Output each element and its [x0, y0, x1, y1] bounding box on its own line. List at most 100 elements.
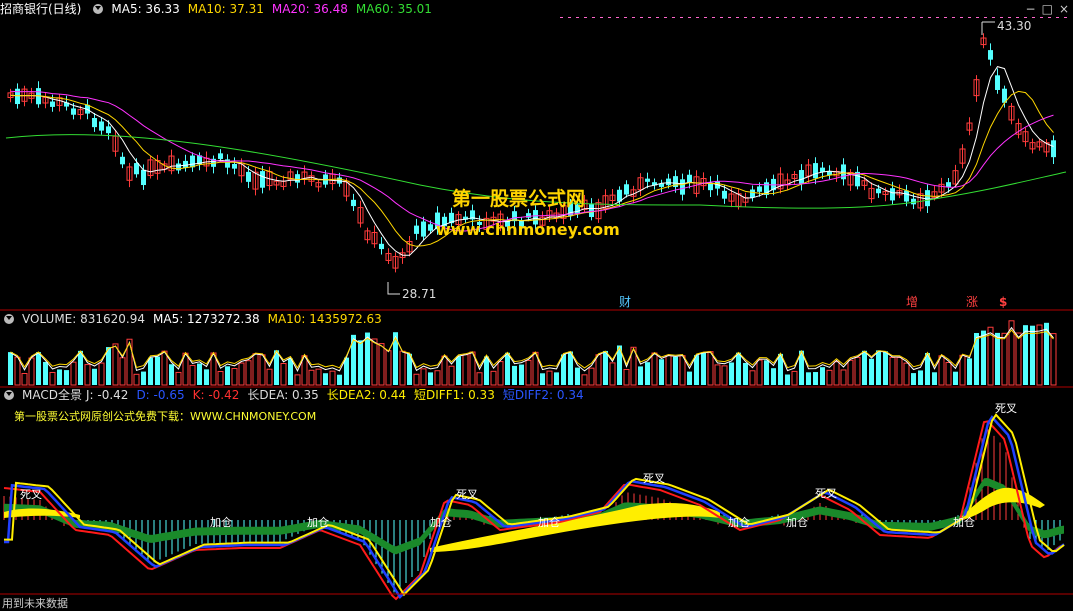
death-cross-label: 死叉 [815, 487, 837, 500]
volume-bar [84, 364, 91, 386]
price-candle [777, 167, 784, 194]
macd-d-value: D: -0.65 [136, 388, 185, 402]
chevron-down-icon[interactable] [4, 314, 14, 324]
macd-dea-value: 长DEA: 0.35 [247, 388, 319, 402]
price-candle [371, 225, 378, 248]
volume-bar [1036, 324, 1043, 386]
watermark-title: 第一股票公式网 [452, 188, 586, 210]
volume-bar [701, 352, 706, 385]
volume-bar [1001, 332, 1008, 386]
low-price-label: 28.71 [402, 287, 437, 301]
volume-bar [329, 370, 336, 386]
volume-bar [434, 370, 441, 386]
ma10-value: MA10: 37.31 [187, 2, 264, 16]
volume-bar [840, 369, 847, 386]
volume-bar [707, 351, 714, 386]
price-candle [238, 158, 245, 183]
volume-bar [945, 362, 952, 386]
volume-bar [609, 362, 616, 386]
price-candle [652, 178, 657, 190]
close-button[interactable]: × [1059, 2, 1069, 16]
price-candle [980, 33, 987, 49]
volume-bar [575, 367, 580, 385]
macd-note: 第一股票公式网原创公式免费下载：WWW.CHNMONEY.COM [14, 410, 317, 423]
volume-bar [911, 373, 916, 385]
price-candle [805, 159, 812, 183]
volume-bar [112, 343, 119, 386]
price-candle [687, 169, 692, 189]
volume-bar [554, 372, 559, 385]
volume-bar [365, 332, 370, 385]
restore-button[interactable]: □ [1042, 2, 1053, 16]
price-candle [273, 176, 280, 190]
volume-bar [231, 368, 238, 386]
price-candle [112, 130, 119, 157]
price-candle [36, 81, 41, 108]
ma20-value: MA20: 36.48 [271, 2, 348, 16]
volume-bar [315, 368, 322, 386]
price-candle [896, 184, 903, 199]
price-candle [106, 120, 111, 140]
volume-bar [833, 361, 840, 386]
volume-bar [497, 361, 504, 386]
volume-bar [344, 357, 349, 385]
volume-bar [420, 368, 427, 386]
price-candle [973, 75, 980, 102]
volume-bar [918, 370, 923, 385]
volume-bar [428, 372, 433, 385]
volume-bar [36, 352, 41, 385]
volume-bar [568, 351, 573, 385]
volume-bar [665, 355, 672, 386]
volume-bar [862, 350, 867, 385]
volume-bar [308, 369, 315, 386]
chevron-down-icon[interactable] [4, 390, 14, 400]
price-candle [232, 157, 237, 175]
volume-bar [217, 371, 224, 386]
price-candle [988, 43, 993, 66]
volume-bar [1050, 333, 1057, 386]
volume-bar [721, 365, 728, 386]
price-candle [357, 200, 364, 228]
volume-bar [869, 358, 874, 385]
price-candle [120, 152, 125, 169]
volume-bar [673, 356, 678, 385]
price-candle [379, 237, 384, 255]
volume-bar [14, 356, 21, 386]
event-marker-zhang[interactable]: 涨 [966, 295, 978, 309]
macd-header: MACD全景 J: -0.42 D: -0.65 K: -0.42 长DEA: 0.35… [0, 386, 592, 404]
volume-bar [820, 367, 825, 385]
ma5-value: MA5: 36.33 [111, 2, 180, 16]
price-candle [147, 155, 154, 179]
price-candle [414, 218, 419, 240]
volume-bar [133, 373, 140, 386]
add-position-label: 加仓 [307, 515, 329, 529]
volume-bar [8, 352, 13, 385]
event-marker-zeng[interactable]: 增 [906, 295, 918, 309]
event-marker-cai[interactable]: 财 [619, 295, 631, 309]
volume-bar [981, 330, 986, 385]
price-candle [351, 193, 356, 212]
volume-bar [714, 364, 721, 386]
volume-bar [505, 352, 510, 385]
volume-value: VOLUME: 831620.94 [22, 312, 145, 326]
price-candle [624, 180, 629, 198]
price-candle [364, 227, 371, 244]
volume-bar [771, 368, 776, 385]
volume-bar [98, 362, 105, 386]
volume-bar [889, 356, 896, 386]
price-candle [287, 168, 294, 187]
window-controls: − □ × [1020, 2, 1069, 16]
minimize-button[interactable]: − [1026, 2, 1036, 16]
price-candle [252, 166, 259, 196]
macd-dea-band [4, 478, 1064, 555]
volume-bar [603, 350, 608, 385]
volume-bar [854, 356, 861, 386]
event-marker-dollar[interactable]: $ [999, 295, 1007, 309]
price-candle [764, 178, 769, 199]
price-candle [784, 173, 791, 191]
high-price-label: 43.30 [997, 19, 1032, 33]
volume-bar [749, 370, 756, 386]
chevron-down-icon[interactable] [93, 4, 104, 14]
volume-bar [490, 370, 497, 386]
future-data-warning: 用到未来数据 [2, 597, 68, 610]
